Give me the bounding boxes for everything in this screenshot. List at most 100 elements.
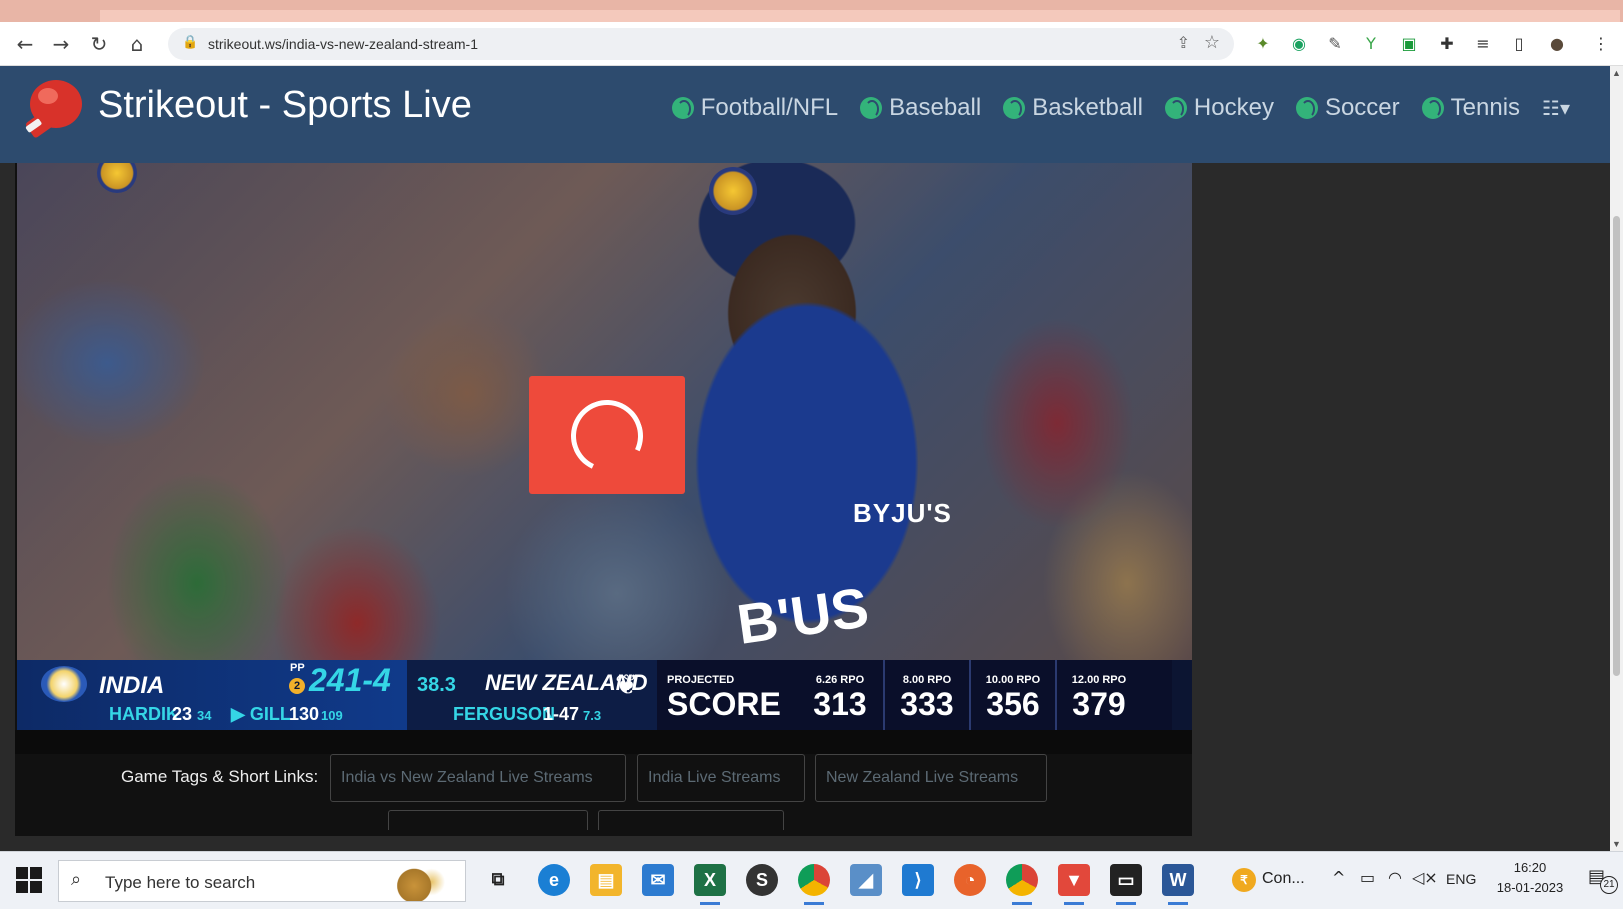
menu-item-hockey[interactable]: Hockey <box>1164 94 1274 122</box>
firefox-icon[interactable]: ◔ <box>954 864 986 896</box>
speaker-muted-icon[interactable]: ◁× <box>1412 868 1438 887</box>
lock-icon[interactable]: 🔒 <box>182 35 198 50</box>
notification-center-icon[interactable]: ▤ 21 <box>1588 866 1618 894</box>
forward-icon[interactable]: → <box>48 31 74 57</box>
rpo-label: 12.00 RPO <box>1071 674 1127 686</box>
bowler-name: FERGUSON <box>453 704 556 724</box>
scroll-up-icon[interactable]: ▲ <box>1612 68 1621 78</box>
chrome-icon[interactable] <box>798 864 830 905</box>
reload-icon[interactable]: ↻ <box>86 31 112 57</box>
menu-item-baseball[interactable]: Baseball <box>860 94 981 122</box>
file-explorer-icon[interactable]: ▤ <box>590 864 622 896</box>
rpo-label: 10.00 RPO <box>985 674 1041 686</box>
menu-item-soccer[interactable]: Soccer <box>1295 94 1400 122</box>
powerplay-label: PP <box>290 662 305 674</box>
projected-label: PROJECTED <box>667 674 735 686</box>
menu-item-football[interactable]: Football/NFL <box>671 94 839 122</box>
address-bar[interactable]: 🔒 strikeout.ws/india-vs-new-zealand-stre… <box>168 28 1234 60</box>
projection-column: 8.00 RPO 333 <box>883 660 969 730</box>
windows-start-icon[interactable] <box>16 867 42 893</box>
menu-dots-icon[interactable]: ⋮ <box>1590 33 1612 55</box>
loading-spinner-icon <box>560 389 654 483</box>
browser-toolbar: ← → ↻ ⌂ 🔒 strikeout.ws/india-vs-new-zeal… <box>0 22 1623 66</box>
mail-icon[interactable]: ✉ <box>642 864 674 896</box>
scrollbar-thumb[interactable] <box>1613 216 1620 676</box>
tag-link-partial[interactable] <box>388 810 588 830</box>
extension-icon[interactable]: Y <box>1360 33 1382 55</box>
video-player[interactable]: BYJU'S B'US INDIA PP 2 241-4 HARDIK 23 3… <box>15 163 1192 836</box>
puzzle-icon[interactable]: ✚ <box>1436 33 1458 55</box>
projection-column: 12.00 RPO 379 <box>1055 660 1141 730</box>
overs: 38.3 <box>417 674 456 696</box>
extension-icon[interactable]: ▣ <box>1398 33 1420 55</box>
vscode-icon[interactable]: ⟩ <box>902 864 934 896</box>
extension-icon[interactable]: ◉ <box>1288 33 1310 55</box>
tag-link-india[interactable]: India Live Streams <box>637 754 805 802</box>
video-frame[interactable]: BYJU'S B'US <box>17 163 1192 676</box>
app-icon[interactable]: ◢ <box>850 864 882 896</box>
chrome-icon[interactable] <box>1006 864 1038 905</box>
sports-menu: Football/NFL Baseball Basketball Hockey … <box>671 94 1570 122</box>
battery-icon[interactable]: ▭ <box>1360 868 1375 887</box>
excel-icon[interactable]: X <box>694 864 726 905</box>
more-menu-icon[interactable]: ☷▾ <box>1542 96 1570 120</box>
tray-app-label[interactable]: Con... <box>1262 870 1305 888</box>
menu-item-basketball[interactable]: Basketball <box>1003 94 1143 122</box>
team1-name: INDIA <box>99 672 165 699</box>
game-tags-section: Game Tags & Short Links: India vs New Ze… <box>0 754 1200 830</box>
menu-item-label: Baseball <box>889 94 982 121</box>
rpo-label: 6.26 RPO <box>815 674 865 686</box>
edge-icon[interactable]: e <box>538 864 570 896</box>
language-indicator[interactable]: ENG <box>1446 871 1476 887</box>
hockey-icon <box>1164 97 1187 119</box>
boxing-glove-logo-icon[interactable] <box>22 76 84 142</box>
back-icon[interactable]: ← <box>12 31 38 57</box>
site-title[interactable]: Strikeout - Sports Live <box>98 84 472 127</box>
tray-app-icon[interactable]: ₹ <box>1232 868 1256 892</box>
rpo-label: 8.00 RPO <box>902 674 952 686</box>
jersey-sponsor-text: BYJU'S <box>853 498 952 528</box>
tag-link-india-vs-new-zealand[interactable]: India vs New Zealand Live Streams <box>330 754 626 802</box>
clock[interactable]: 16:20 18-01-2023 <box>1490 858 1570 898</box>
loading-play-button[interactable] <box>529 376 685 494</box>
profile-avatar-icon[interactable]: ● <box>1546 33 1568 55</box>
basketball-icon <box>1003 97 1026 119</box>
url-text[interactable]: strikeout.ws/india-vs-new-zealand-stream… <box>208 36 478 52</box>
sidepanel-icon[interactable]: ▯ <box>1508 33 1530 55</box>
menu-item-label: Hockey <box>1193 94 1274 121</box>
projected-score: 333 <box>900 686 954 722</box>
extension-icon[interactable]: ✦ <box>1252 33 1274 55</box>
task-view-icon[interactable]: ⧉ <box>482 864 514 896</box>
batter1-balls: 34 <box>197 708 212 723</box>
search-icon: ⌕ <box>71 869 82 890</box>
silver-fern-icon: ❦ <box>615 668 639 701</box>
player-controls-bar[interactable] <box>15 730 1192 754</box>
football-icon <box>671 97 694 119</box>
projection-column: 6.26 RPO 313 <box>797 660 883 730</box>
wifi-icon[interactable]: ◠ <box>1388 868 1402 887</box>
brave-icon[interactable]: ▼ <box>1058 864 1090 905</box>
extension-icon[interactable]: ✎ <box>1324 33 1346 55</box>
page-scrollbar[interactable]: ▲ ▼ <box>1610 66 1623 851</box>
tag-link-partial[interactable] <box>598 810 784 830</box>
terminal-icon[interactable]: ▭ <box>1110 864 1142 905</box>
windows-taskbar: ⌕ Type here to search ⧉ e ▤ ✉ X S ◢ ⟩ ◔ … <box>0 851 1623 909</box>
chevron-up-icon[interactable]: ^ <box>1332 868 1345 887</box>
taskbar-search-box[interactable]: ⌕ Type here to search <box>58 860 466 902</box>
notification-count: 21 <box>1600 876 1618 894</box>
app-icon[interactable]: S <box>746 864 778 896</box>
tag-link-new-zealand[interactable]: New Zealand Live Streams <box>815 754 1047 802</box>
tab-strip <box>0 0 1623 22</box>
batter1-runs: 23 <box>172 704 193 724</box>
home-icon[interactable]: ⌂ <box>124 31 150 57</box>
menu-item-tennis[interactable]: Tennis <box>1421 94 1520 122</box>
star-icon[interactable]: ☆ <box>1204 32 1220 53</box>
bcci-crest-icon <box>97 163 137 193</box>
scroll-down-icon[interactable]: ▼ <box>1612 839 1621 849</box>
share-icon[interactable]: ⇪ <box>1177 33 1190 52</box>
word-icon[interactable]: W <box>1162 864 1194 905</box>
menu-item-label: Basketball <box>1032 94 1143 121</box>
media-icon[interactable]: ≡ <box>1472 33 1494 55</box>
menu-item-label: Football/NFL <box>700 94 839 121</box>
active-tab[interactable] <box>100 10 1620 22</box>
